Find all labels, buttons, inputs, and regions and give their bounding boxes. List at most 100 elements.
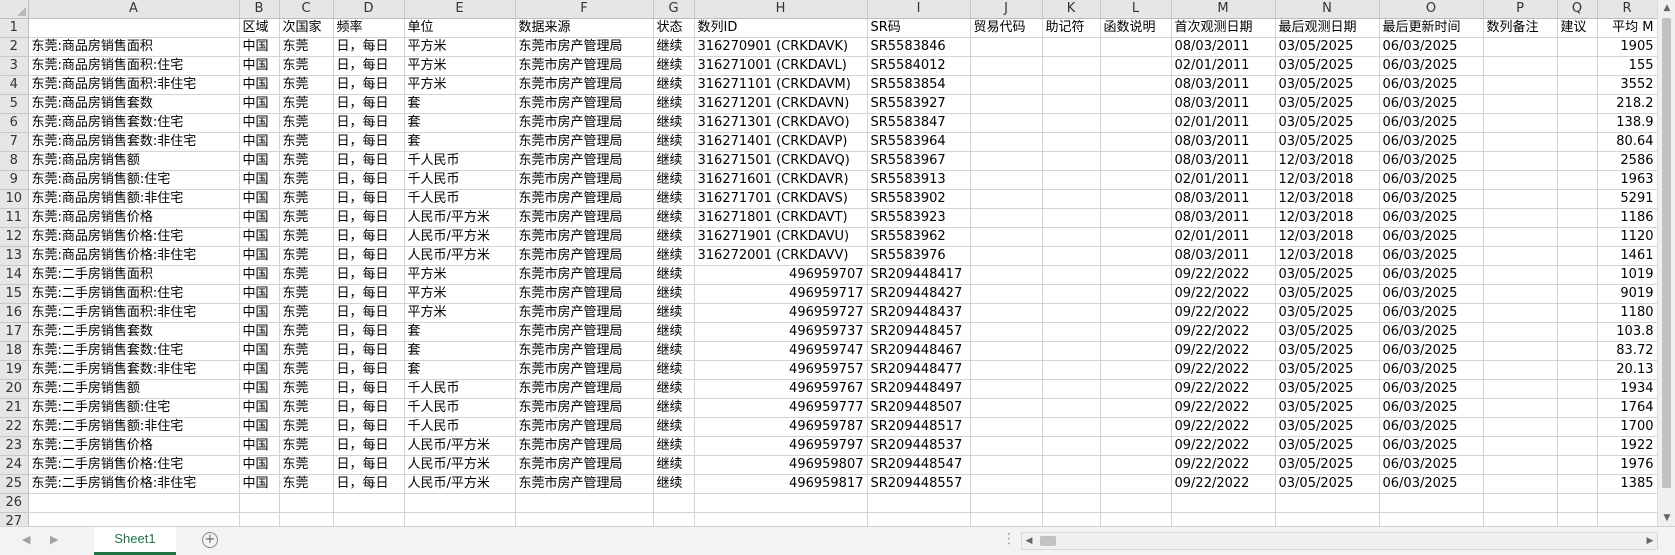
cell-m[interactable]: 08/03/2011 (1171, 132, 1276, 152)
row-header[interactable]: 11 (0, 208, 29, 228)
cell-c[interactable]: 东莞 (279, 455, 334, 475)
row-header[interactable]: 17 (0, 322, 29, 342)
cell-b[interactable]: 中国 (239, 341, 280, 361)
cell-k[interactable] (1042, 189, 1101, 209)
cell-o[interactable] (1379, 493, 1484, 513)
cell-l[interactable] (1100, 246, 1172, 266)
cell-h[interactable]: 316271001 (CRKDAVL) (694, 56, 868, 76)
cell-g[interactable] (653, 512, 695, 526)
cell-p[interactable] (1483, 284, 1558, 304)
cell-i[interactable]: SR5583846 (867, 37, 971, 57)
cell-j[interactable] (970, 56, 1043, 76)
cell-i[interactable]: SR码 (867, 18, 971, 38)
cell-f[interactable] (515, 512, 654, 526)
cell-l[interactable] (1100, 398, 1172, 418)
cell-q[interactable] (1557, 436, 1598, 456)
row-header[interactable]: 10 (0, 189, 29, 209)
column-header-j[interactable]: J (970, 0, 1043, 19)
tab-split-handle-icon[interactable]: ⋮ (1002, 531, 1016, 547)
cell-a[interactable]: 东莞:商品房销售套数 (28, 94, 240, 114)
cell-c[interactable]: 东莞 (279, 113, 334, 133)
cell-i[interactable]: SR5583976 (867, 246, 971, 266)
cell-g[interactable]: 继续 (653, 151, 695, 171)
cell-a[interactable]: 东莞:二手房销售价格:住宅 (28, 455, 240, 475)
cell-f[interactable]: 东莞市房产管理局 (515, 303, 654, 323)
column-header-g[interactable]: G (653, 0, 695, 19)
cell-e[interactable]: 套 (404, 94, 516, 114)
cell-h[interactable]: 496959737 (694, 322, 868, 342)
cell-g[interactable]: 继续 (653, 94, 695, 114)
row-header[interactable]: 14 (0, 265, 29, 285)
cell-j[interactable] (970, 417, 1043, 437)
column-header-k[interactable]: K (1042, 0, 1101, 19)
cell-q[interactable]: 建议 (1557, 18, 1598, 38)
row-header[interactable]: 7 (0, 132, 29, 152)
cell-k[interactable] (1042, 246, 1101, 266)
cell-f[interactable]: 东莞市房产管理局 (515, 151, 654, 171)
cell-k[interactable] (1042, 379, 1101, 399)
cell-n[interactable]: 12/03/2018 (1275, 189, 1380, 209)
cell-f[interactable]: 数据来源 (515, 18, 654, 38)
cell-g[interactable]: 状态 (653, 18, 695, 38)
cell-k[interactable] (1042, 322, 1101, 342)
cell-e[interactable]: 平方米 (404, 56, 516, 76)
cell-a[interactable] (28, 493, 240, 513)
column-header-m[interactable]: M (1171, 0, 1276, 19)
cell-r[interactable]: 5291 (1597, 189, 1657, 209)
cell-b[interactable]: 中国 (239, 322, 280, 342)
cell-b[interactable]: 中国 (239, 265, 280, 285)
cell-g[interactable]: 继续 (653, 474, 695, 494)
cell-h[interactable]: 496959777 (694, 398, 868, 418)
vertical-scroll-thumb[interactable] (1662, 18, 1671, 488)
cell-p[interactable] (1483, 132, 1558, 152)
cell-r[interactable]: 1019 (1597, 265, 1657, 285)
cell-r[interactable]: 138.9 (1597, 113, 1657, 133)
cell-q[interactable] (1557, 455, 1598, 475)
cell-a[interactable]: 东莞:二手房销售面积:住宅 (28, 284, 240, 304)
cell-a[interactable]: 东莞:二手房销售套数 (28, 322, 240, 342)
cell-a[interactable] (28, 512, 240, 526)
cell-d[interactable]: 日，每日 (333, 151, 405, 171)
cell-j[interactable] (970, 455, 1043, 475)
cell-q[interactable] (1557, 474, 1598, 494)
cell-f[interactable]: 东莞市房产管理局 (515, 246, 654, 266)
column-header-o[interactable]: O (1379, 0, 1484, 19)
cell-l[interactable]: 函数说明 (1100, 18, 1172, 38)
cell-c[interactable]: 东莞 (279, 474, 334, 494)
cell-n[interactable]: 03/05/2025 (1275, 436, 1380, 456)
cell-o[interactable]: 06/03/2025 (1379, 322, 1484, 342)
cell-d[interactable]: 日，每日 (333, 360, 405, 380)
cell-e[interactable]: 套 (404, 113, 516, 133)
cell-c[interactable]: 东莞 (279, 227, 334, 247)
cell-c[interactable]: 东莞 (279, 360, 334, 380)
cell-g[interactable] (653, 493, 695, 513)
cell-h[interactable]: 316271401 (CRKDAVP) (694, 132, 868, 152)
cell-a[interactable]: 东莞:商品房销售套数:住宅 (28, 113, 240, 133)
cell-m[interactable]: 09/22/2022 (1171, 265, 1276, 285)
cell-i[interactable]: SR5584012 (867, 56, 971, 76)
cell-r[interactable]: 1461 (1597, 246, 1657, 266)
cell-g[interactable]: 继续 (653, 132, 695, 152)
cell-i[interactable]: SR209448477 (867, 360, 971, 380)
row-header[interactable]: 9 (0, 170, 29, 190)
cell-e[interactable] (404, 493, 516, 513)
cell-c[interactable]: 东莞 (279, 75, 334, 95)
cell-q[interactable] (1557, 322, 1598, 342)
cell-e[interactable]: 人民币/平方米 (404, 474, 516, 494)
cell-f[interactable]: 东莞市房产管理局 (515, 379, 654, 399)
column-header-p[interactable]: P (1483, 0, 1558, 19)
cell-n[interactable]: 03/05/2025 (1275, 265, 1380, 285)
cell-h[interactable]: 496959807 (694, 455, 868, 475)
cell-n[interactable]: 03/05/2025 (1275, 322, 1380, 342)
cell-i[interactable] (867, 493, 971, 513)
cell-d[interactable]: 日，每日 (333, 170, 405, 190)
cell-q[interactable] (1557, 75, 1598, 95)
cell-i[interactable]: SR209448497 (867, 379, 971, 399)
cell-o[interactable]: 06/03/2025 (1379, 94, 1484, 114)
cell-h[interactable]: 316271901 (CRKDAVU) (694, 227, 868, 247)
cell-g[interactable]: 继续 (653, 322, 695, 342)
cell-m[interactable]: 08/03/2011 (1171, 208, 1276, 228)
cell-b[interactable]: 中国 (239, 455, 280, 475)
cell-m[interactable]: 02/01/2011 (1171, 227, 1276, 247)
cell-l[interactable] (1100, 455, 1172, 475)
